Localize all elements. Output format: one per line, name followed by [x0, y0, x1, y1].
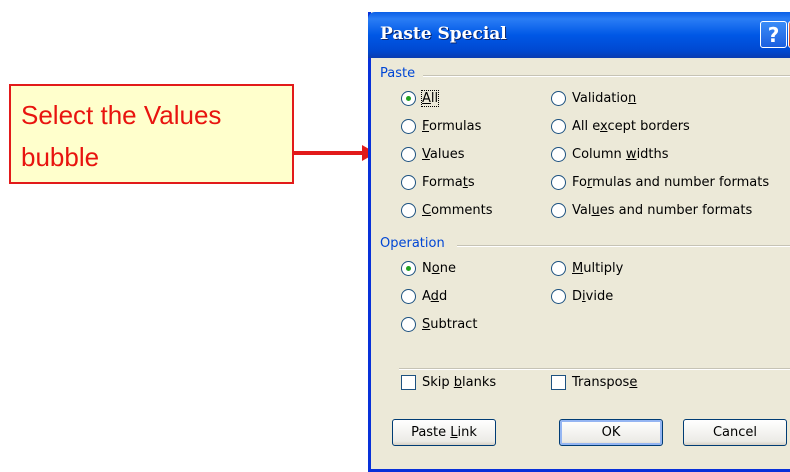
cancel-button[interactable]: Cancel: [683, 419, 787, 446]
paste-group-line: [423, 75, 790, 77]
dialog-title: Paste Special: [380, 24, 507, 44]
radio-label: Values and number formats: [572, 203, 753, 218]
radio-label: Column widths: [572, 147, 669, 162]
skip-blanks-label: Skip blanks: [422, 375, 497, 390]
radio-button[interactable]: [551, 119, 566, 134]
transpose-box[interactable]: [551, 375, 566, 390]
radio-label: Validation: [572, 91, 637, 106]
radio-button[interactable]: [401, 203, 416, 218]
radio-label: Values: [422, 147, 465, 162]
title-bar: Paste Special ? ✕: [368, 12, 790, 58]
radio-button[interactable]: [401, 261, 416, 276]
skip-blanks-box[interactable]: [401, 375, 416, 390]
radio-button[interactable]: [401, 289, 416, 304]
radio-button[interactable]: [551, 289, 566, 304]
radio-button[interactable]: [401, 147, 416, 162]
options-divider: [399, 368, 790, 370]
radio-label: Add: [422, 289, 448, 304]
radio-button[interactable]: [551, 261, 566, 276]
radio-button[interactable]: [401, 317, 416, 332]
radio-button[interactable]: [401, 119, 416, 134]
help-button[interactable]: ?: [760, 21, 787, 48]
radio-label: None: [422, 261, 456, 276]
radio-button[interactable]: [551, 91, 566, 106]
radio-label: Formulas: [422, 119, 482, 134]
radio-button[interactable]: [551, 175, 566, 190]
radio-label: All except borders: [572, 119, 690, 134]
radio-label: Formulas and number formats: [572, 175, 770, 190]
callout-arrow-line: [294, 151, 364, 155]
operation-group-line: [457, 245, 790, 247]
transpose-label: Transpose: [572, 375, 638, 390]
radio-button[interactable]: [401, 91, 416, 106]
paste-link-button[interactable]: Paste Link: [392, 419, 496, 446]
ok-button[interactable]: OK: [559, 419, 663, 446]
radio-label: Subtract: [422, 317, 478, 332]
radio-label: All: [420, 90, 440, 107]
radio-label: Multiply: [572, 261, 624, 276]
paste-group-label: Paste: [380, 66, 416, 81]
callout-text: Select the Values bubble: [21, 100, 222, 172]
operation-group-label: Operation: [380, 236, 445, 251]
radio-label: Comments: [422, 203, 493, 218]
instruction-callout: Select the Values bubble: [9, 84, 294, 184]
paste-special-dialog: Paste Special ? ✕ Paste All Formulas Value…: [368, 12, 790, 472]
radio-label: Formats: [422, 175, 475, 190]
radio-button[interactable]: [551, 147, 566, 162]
radio-label: Divide: [572, 289, 614, 304]
radio-button[interactable]: [551, 203, 566, 218]
radio-button[interactable]: [401, 175, 416, 190]
